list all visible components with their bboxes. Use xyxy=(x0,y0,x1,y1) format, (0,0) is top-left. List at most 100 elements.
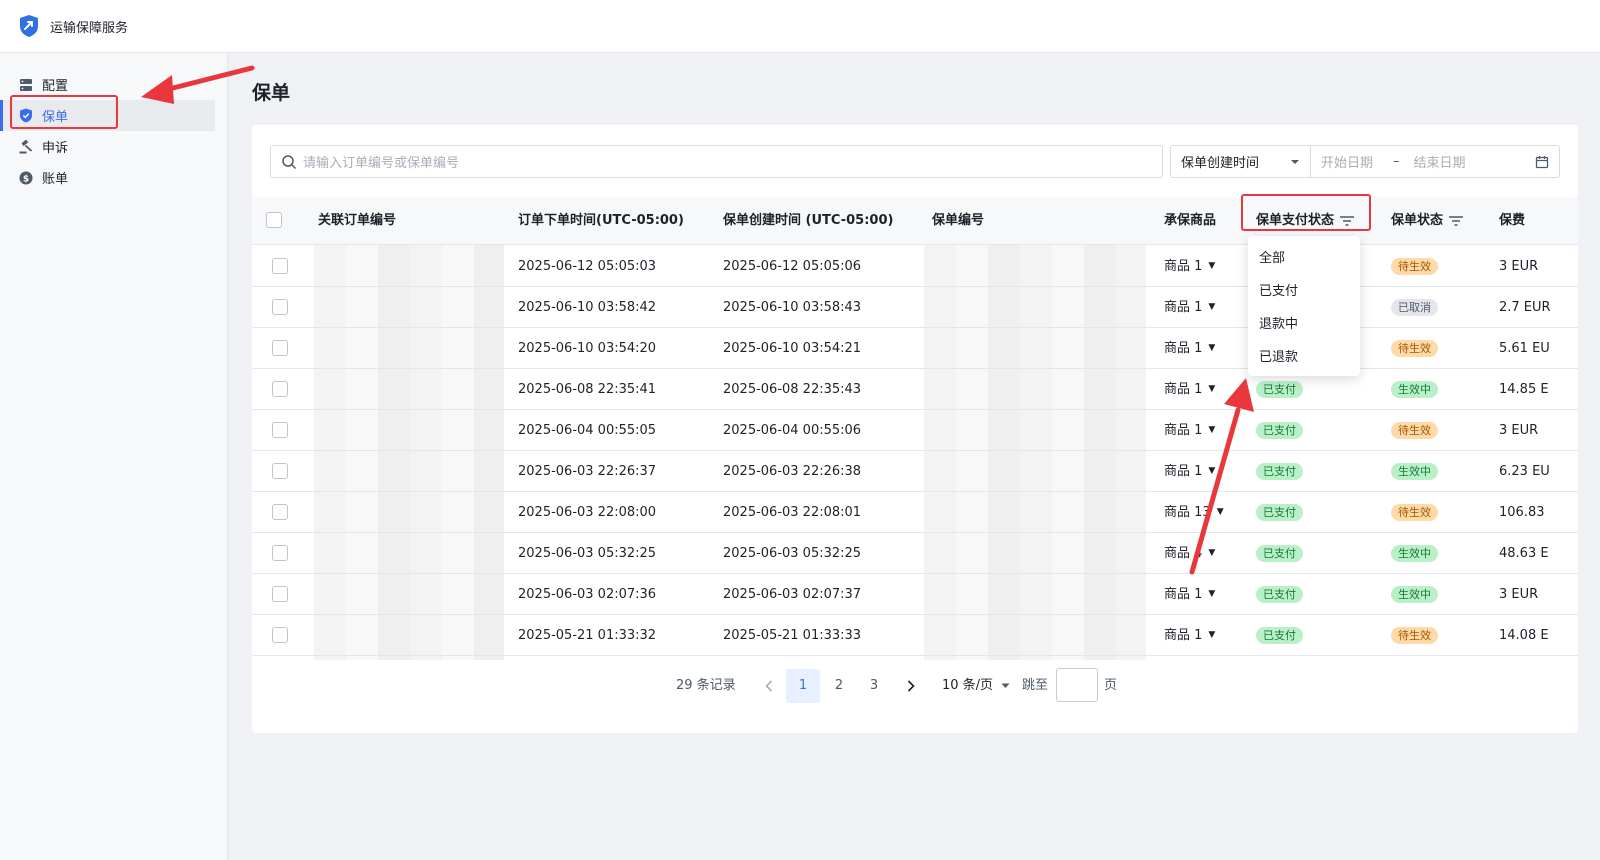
product-cell[interactable]: 商品 1 ▼ xyxy=(1164,410,1215,451)
product-label: 商品 1 xyxy=(1164,382,1203,397)
fee-cell: 6.23 EU xyxy=(1499,464,1550,479)
order-time-cell: 2025-06-10 03:54:20 xyxy=(518,341,657,356)
fee-cell: 3 EUR xyxy=(1499,587,1539,602)
product-cell[interactable]: 商品 13 ▼ xyxy=(1164,492,1224,533)
filter-option-all[interactable]: 全部 xyxy=(1248,242,1360,275)
dollar-icon: $ xyxy=(18,170,34,186)
sidebar-item-policy[interactable]: 保单 xyxy=(0,100,215,131)
filter-option-refunded[interactable]: 已退款 xyxy=(1248,341,1360,374)
sidebar: 配置 保单 申诉 $ 账单 xyxy=(0,53,228,860)
pay-status-badge: 已支付 xyxy=(1256,545,1303,562)
col-fee: 保费 xyxy=(1499,213,1526,228)
select-all-checkbox[interactable] xyxy=(266,212,282,228)
filter-icon[interactable] xyxy=(1449,215,1464,226)
sidebar-item-config[interactable]: 配置 xyxy=(0,69,215,100)
date-range-picker[interactable]: 开始日期 – 结束日期 xyxy=(1311,152,1559,171)
product-cell[interactable]: 商品 1 ▼ xyxy=(1164,574,1215,615)
table-row: 2025-06-03 02:07:36 2025-06-03 02:07:37 商品… xyxy=(252,574,1578,615)
jump-page-input[interactable] xyxy=(1056,668,1098,702)
policy-status-cell: 待生效 xyxy=(1391,492,1438,533)
row-checkbox[interactable] xyxy=(272,586,288,602)
table-row: 2025-06-10 03:58:42 2025-06-10 03:58:43 商品… xyxy=(252,287,1578,328)
table-row: 2025-05-21 01:33:32 2025-05-21 01:33:33 商品… xyxy=(252,615,1578,656)
row-checkbox[interactable] xyxy=(272,381,288,397)
filter-option-refunding[interactable]: 退款中 xyxy=(1248,308,1360,341)
row-checkbox[interactable] xyxy=(272,504,288,520)
created-time-cell: 2025-06-10 03:58:43 xyxy=(723,300,862,315)
fee-cell: 106.83 xyxy=(1499,505,1545,520)
sidebar-item-label: 申诉 xyxy=(42,141,69,156)
col-policy-status[interactable]: 保单状态 xyxy=(1391,197,1464,245)
calendar-icon xyxy=(1535,155,1549,168)
order-time-cell: 2025-06-03 05:32:25 xyxy=(518,546,657,561)
created-time-cell: 2025-06-10 03:54:21 xyxy=(723,341,862,356)
policy-status-cell: 生效中 xyxy=(1391,451,1438,492)
row-checkbox[interactable] xyxy=(272,340,288,356)
row-checkbox[interactable] xyxy=(272,463,288,479)
policy-status-cell: 生效中 xyxy=(1391,533,1438,574)
caret-down-icon: ▼ xyxy=(1208,343,1216,353)
product-label: 商品 1 xyxy=(1164,341,1203,356)
row-checkbox[interactable] xyxy=(272,545,288,561)
product-cell[interactable]: 商品 1 ▼ xyxy=(1164,369,1215,410)
row-checkbox[interactable] xyxy=(272,422,288,438)
filter-icon[interactable] xyxy=(1340,215,1355,226)
policy-status-badge: 已取消 xyxy=(1391,299,1438,316)
product-cell[interactable]: 商品 1 ▼ xyxy=(1164,451,1215,492)
page-button-1[interactable]: 1 xyxy=(786,669,820,703)
caret-down-icon: ▼ xyxy=(1208,466,1216,476)
product-cell[interactable]: 商品 1 ▼ xyxy=(1164,287,1215,328)
created-time-cell: 2025-06-03 05:32:25 xyxy=(723,546,862,561)
pay-status-badge: 已支付 xyxy=(1256,627,1303,644)
created-time-cell: 2025-06-03 22:26:38 xyxy=(723,464,862,479)
created-time-cell: 2025-06-08 22:35:43 xyxy=(723,382,862,397)
sidebar-item-bill[interactable]: $ 账单 xyxy=(0,162,215,193)
total-count: 29 条记录 xyxy=(676,678,736,693)
filter-option-paid[interactable]: 已支付 xyxy=(1248,275,1360,308)
created-time-cell: 2025-06-12 05:05:06 xyxy=(723,259,862,274)
fee-cell: 5.61 EU xyxy=(1499,341,1550,356)
pay-status-cell: 已支付 xyxy=(1256,492,1303,533)
policy-status-badge: 生效中 xyxy=(1391,381,1438,398)
policy-status-cell: 待生效 xyxy=(1391,246,1438,287)
row-checkbox[interactable] xyxy=(272,627,288,643)
row-checkbox[interactable] xyxy=(272,258,288,274)
fee-cell: 3 EUR xyxy=(1499,423,1539,438)
created-time-cell: 2025-05-21 01:33:33 xyxy=(723,628,862,643)
policy-status-badge: 生效中 xyxy=(1391,545,1438,562)
page-button-2[interactable]: 2 xyxy=(830,669,848,703)
product-cell[interactable]: 商品 1 ▼ xyxy=(1164,328,1215,369)
order-time-cell: 2025-06-08 22:35:41 xyxy=(518,382,657,397)
product-cell[interactable]: 商品 1 ▼ xyxy=(1164,615,1215,656)
col-policy-no: 保单编号 xyxy=(932,213,985,228)
created-time-cell: 2025-06-03 22:08:01 xyxy=(723,505,862,520)
pay-status-badge: 已支付 xyxy=(1256,381,1303,398)
date-type-value: 保单创建时间 xyxy=(1181,156,1260,171)
page-button-3[interactable]: 3 xyxy=(865,669,883,703)
caret-down-icon: ▼ xyxy=(1208,630,1216,640)
table-row: 2025-06-12 05:05:03 2025-06-12 05:05:06 商品… xyxy=(252,246,1578,287)
policy-status-badge: 待生效 xyxy=(1391,258,1438,275)
next-page-button[interactable] xyxy=(902,669,920,703)
order-time-cell: 2025-05-21 01:33:32 xyxy=(518,628,657,643)
pay-status-cell: 已支付 xyxy=(1256,451,1303,492)
sidebar-item-appeal[interactable]: 申诉 xyxy=(0,131,215,162)
search-input[interactable]: 请输入订单编号或保单编号 xyxy=(270,145,1163,178)
pay-status-badge: 已支付 xyxy=(1256,586,1303,603)
caret-down-icon xyxy=(1291,159,1299,164)
order-time-cell: 2025-06-12 05:05:03 xyxy=(518,259,657,274)
date-type-select[interactable]: 保单创建时间 xyxy=(1171,146,1311,177)
caret-down-icon: ▼ xyxy=(1208,548,1216,558)
row-checkbox[interactable] xyxy=(272,299,288,315)
page-size-select[interactable]: 10 条/页 xyxy=(942,669,1010,703)
page-size-value: 10 条/页 xyxy=(942,678,994,693)
product-cell[interactable]: 商品 1 ▼ xyxy=(1164,246,1215,287)
product-label: 商品 1 xyxy=(1164,628,1203,643)
col-policy-status-label: 保单状态 xyxy=(1391,213,1444,228)
prev-page-button[interactable] xyxy=(760,669,778,703)
product-label: 商品 1 xyxy=(1164,587,1203,602)
product-label: 商品 13 xyxy=(1164,505,1211,520)
product-cell[interactable]: 商品 4 ▼ xyxy=(1164,533,1215,574)
range-separator: – xyxy=(1393,154,1400,169)
pay-status-filter-menu: 全部 已支付 退款中 已退款 xyxy=(1248,236,1360,376)
